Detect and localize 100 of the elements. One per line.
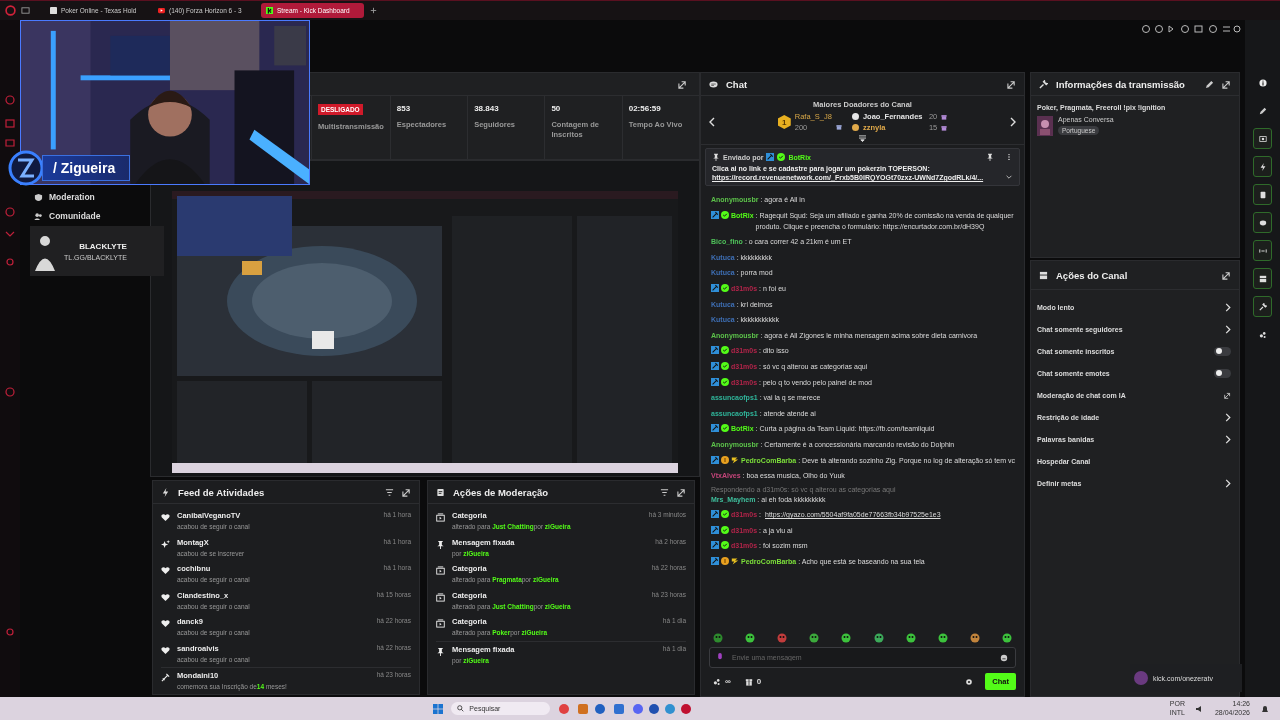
emote-icon[interactable]: [873, 633, 884, 643]
sparkle-icon: [161, 539, 170, 549]
chevron-icon[interactable]: [1225, 302, 1231, 312]
category-icon: [436, 592, 445, 602]
chat-icon: [1258, 218, 1267, 227]
category-icon: [436, 619, 445, 628]
heart-icon: [161, 592, 170, 602]
search-icon: [457, 705, 465, 712]
sidebar-toggle-icon[interactable]: [21, 6, 30, 15]
emote-icon[interactable]: [745, 633, 756, 643]
box-icon: [1039, 270, 1048, 280]
external-link-icon[interactable]: [1224, 391, 1231, 399]
bolt-icon: [161, 487, 170, 497]
new-tab-icon[interactable]: [369, 6, 378, 15]
popout-icon[interactable]: [1222, 79, 1231, 89]
stat-value: 02:56:59: [628, 104, 661, 113]
info-icon: [1258, 78, 1267, 87]
pin-icon: [436, 646, 445, 656]
category-icon: [436, 566, 445, 575]
collapse-icon[interactable]: [858, 135, 867, 142]
emote-icon[interactable]: [713, 633, 723, 643]
pencil-icon[interactable]: [1205, 79, 1214, 89]
gift-icon: [941, 113, 948, 120]
emote-icon[interactable]: [1002, 633, 1012, 643]
shield-icon: [34, 192, 43, 202]
play-icon: [158, 7, 165, 14]
stat-value: 38.843: [474, 104, 499, 113]
more-icon[interactable]: [1005, 153, 1013, 161]
emoji-icon[interactable]: [1000, 653, 1008, 662]
start-icon[interactable]: [433, 703, 444, 714]
heart-icon: [161, 513, 170, 522]
chat-icon: [709, 79, 718, 89]
rail-button[interactable]: [1253, 128, 1272, 149]
previous-icon[interactable]: [709, 117, 715, 127]
points-count: ∞: [725, 677, 731, 686]
rail-button[interactable]: [1253, 184, 1272, 205]
next-icon[interactable]: [1010, 117, 1016, 127]
toggle-switch[interactable]: [1214, 346, 1231, 356]
bolt-icon: [1258, 162, 1267, 171]
category-icon: [436, 513, 445, 522]
dots-icon: [1258, 330, 1267, 339]
rank-badge: 1: [777, 115, 791, 129]
rail-button[interactable]: [1253, 296, 1272, 317]
rail-button[interactable]: [1253, 268, 1272, 289]
chevron-icon[interactable]: [1225, 434, 1231, 444]
people-icon: [34, 211, 43, 221]
panel-title: Ações de Moderação: [453, 486, 550, 498]
heart-icon: [161, 566, 170, 575]
wrench-icon: [1039, 79, 1048, 89]
sword-badge-icon: [766, 153, 775, 161]
emote-icon[interactable]: [969, 633, 980, 643]
emote-icon[interactable]: [905, 633, 916, 643]
toggle-switch[interactable]: [1214, 368, 1231, 378]
panel-title: Informações da transmissão: [1056, 78, 1186, 90]
chevron-icon[interactable]: [1225, 412, 1231, 422]
popout-icon[interactable]: [1007, 79, 1016, 89]
stat-value: 50: [551, 104, 561, 113]
page-icon: [50, 7, 57, 14]
popout-icon[interactable]: [402, 487, 411, 497]
expand-icon[interactable]: [1005, 173, 1013, 181]
streamer-name: / Zigueira: [42, 155, 131, 181]
popout-icon[interactable]: [677, 487, 686, 497]
stat-value: 853: [396, 104, 411, 113]
pin-icon: [436, 539, 445, 549]
emote-icon[interactable]: [937, 633, 948, 643]
nav-item[interactable]: Moderation: [34, 192, 150, 202]
chevron-icon[interactable]: [1225, 324, 1231, 334]
pin-icon: [712, 153, 720, 161]
toolbar-icons-drawing[interactable]: [1141, 24, 1241, 34]
emote-icon[interactable]: [841, 633, 852, 643]
gift-icon[interactable]: [744, 677, 753, 686]
wrench-icon: [1258, 302, 1267, 311]
sponsor-name: BLACKLYTE: [79, 241, 127, 251]
chevron-icon[interactable]: [1225, 478, 1231, 488]
split-icon: [1258, 246, 1267, 255]
avatar-icon: [1134, 671, 1148, 685]
pencil-icon: [1258, 106, 1267, 115]
box-icon: [1258, 274, 1267, 283]
popout-icon[interactable]: [1222, 270, 1231, 280]
emote-icon[interactable]: [777, 633, 788, 643]
filter-icon[interactable]: [385, 487, 394, 497]
browser-logo-icon[interactable]: [5, 5, 16, 16]
verified-icon: [777, 153, 786, 161]
bell-icon[interactable]: [1260, 703, 1270, 714]
points-icon: [713, 677, 721, 686]
popout-icon[interactable]: [678, 79, 687, 89]
panel-title: Feed de Atividades: [178, 486, 266, 498]
heart-icon: [161, 619, 170, 628]
category-thumbnail-icon: [1037, 116, 1053, 136]
microphone-icon[interactable]: [717, 653, 723, 662]
note-icon: [436, 487, 445, 497]
unpin-icon[interactable]: [986, 153, 994, 161]
gift-icon: [941, 124, 948, 131]
rail-button[interactable]: [1253, 212, 1272, 233]
settings-icon[interactable]: [965, 677, 974, 686]
filter-icon[interactable]: [660, 487, 669, 497]
emote-icon[interactable]: [809, 633, 820, 643]
note-icon: [1258, 190, 1267, 199]
nav-item[interactable]: Comunidade: [34, 211, 150, 221]
sword-icon: [161, 673, 170, 682]
